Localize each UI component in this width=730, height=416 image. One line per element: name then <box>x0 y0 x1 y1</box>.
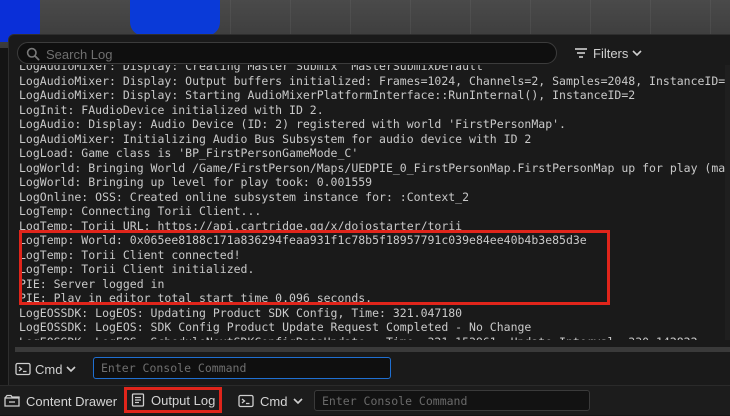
log-line: LogOnline: OSS: Created online subsystem… <box>19 189 470 204</box>
console-command-row: Cmd <box>9 357 730 381</box>
scrollbar-thumb[interactable] <box>15 347 730 352</box>
log-line: LogAudioMixer: Display: Creating Master … <box>19 65 490 73</box>
filters-label: Filters <box>593 45 629 61</box>
log-line: LogTemp: Torii Client connected! <box>19 247 241 262</box>
search-box[interactable] <box>17 42 557 64</box>
log-line: LogInit: FAudioDevice initialized with I… <box>19 102 324 117</box>
content-drawer-label: Content Drawer <box>26 393 118 409</box>
search-icon <box>26 47 40 61</box>
log-line: LogTemp: World: 0x065ee8188c171a836294fe… <box>19 233 587 247</box>
cmd-label: Cmd <box>35 361 63 377</box>
log-line: LogAudioMixer: Display: Output buffers i… <box>19 73 730 88</box>
log-line: PIE: Server logged in <box>19 276 165 291</box>
terminal-icon <box>15 362 31 376</box>
log-line: PIE: Play in editor total start time 0.0… <box>19 291 373 305</box>
console-command-input[interactable] <box>93 357 391 379</box>
status-console-command-input[interactable] <box>314 390 590 411</box>
chevron-down-icon <box>632 50 642 57</box>
output-log-panel: Filters LogAudioMixer: Display: Creating… <box>8 34 730 386</box>
status-cmd-dropdown-button[interactable]: Cmd <box>238 386 304 416</box>
horizontal-scrollbar[interactable] <box>15 347 730 352</box>
output-log-button[interactable]: Output Log <box>124 387 223 413</box>
chevron-down-icon <box>66 366 77 373</box>
log-line: LogAudioMixer: Initializing Audio Bus Su… <box>19 131 532 146</box>
filter-icon <box>575 48 587 58</box>
log-line: LogWorld: Bringing World /Game/FirstPers… <box>19 160 730 175</box>
log-line: LogAudio: Display: Audio Device (ID: 2) … <box>19 117 566 131</box>
content-drawer-icon <box>4 394 20 407</box>
status-cmd-label: Cmd <box>260 393 288 409</box>
log-line: LogTemp: Connecting Torii Client... <box>19 204 262 218</box>
status-bar: Content Drawer Output Log Cmd <box>0 385 730 415</box>
log-lines: LogAudioMixer: Display: Creating Master … <box>15 65 730 340</box>
cmd-dropdown-button[interactable]: Cmd <box>15 358 87 380</box>
output-log-label: Output Log <box>151 392 216 408</box>
chevron-down-icon <box>293 398 304 405</box>
terminal-icon <box>238 394 254 408</box>
vertical-scrollbar[interactable] <box>725 65 730 340</box>
log-line: LogWorld: Bringing up level for play too… <box>19 175 373 189</box>
log-output[interactable]: LogAudioMixer: Display: Creating Master … <box>15 65 730 340</box>
log-line: LogEOSSDK: LogEOS: SDK Config Product Up… <box>19 320 532 334</box>
filters-button[interactable]: Filters <box>573 42 642 64</box>
output-log-icon <box>131 393 145 407</box>
log-line: LogTemp: Torii URL: https://api.cartridg… <box>19 218 463 233</box>
log-line: LogLoad: Game class is 'BP_FirstPersonGa… <box>19 146 359 160</box>
log-line: LogEOSSDK: LogEOS: ScheduleNextSDKConfig… <box>15 335 730 341</box>
log-line: LogAudioMixer: Display: Starting AudioMi… <box>19 88 636 102</box>
search-input[interactable] <box>44 45 548 63</box>
viewport-object <box>130 0 220 36</box>
log-line: LogTemp: Torii Client initialized. <box>19 262 255 276</box>
search-row: Filters <box>17 42 730 64</box>
log-line: LogEOSSDK: LogEOS: Updating Product SDK … <box>19 305 463 320</box>
content-drawer-button[interactable]: Content Drawer <box>4 386 117 416</box>
